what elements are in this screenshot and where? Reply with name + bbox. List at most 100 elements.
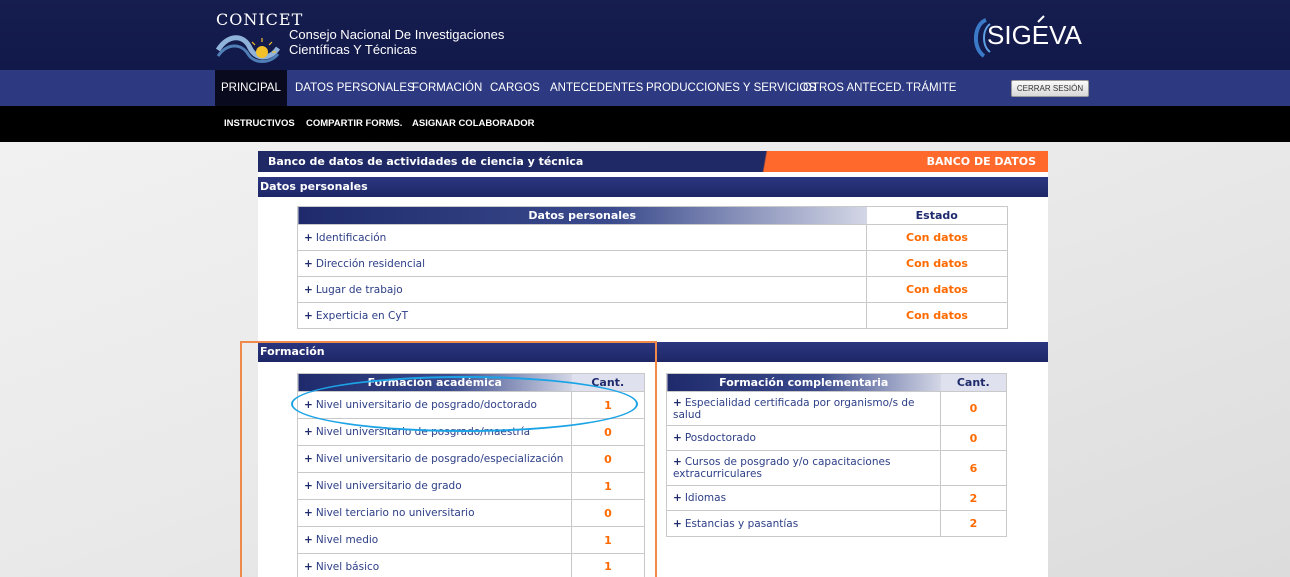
row-label: Estancias y pasantías [684, 517, 799, 530]
datos-personales-table: Datos personales Estado + Identificación … [297, 206, 1008, 329]
row-count: 2 [940, 485, 1007, 511]
table-row: + Identificación Con datos [297, 224, 1008, 251]
row-experticia-cyt[interactable]: + Experticia en CyT [297, 302, 867, 329]
nav-tramite[interactable]: TRÁMITE [906, 70, 956, 106]
org-name: Consejo Nacional De Investigaciones Cien… [289, 27, 504, 57]
table-row: + Nivel terciario no universitario 0 [297, 499, 645, 527]
row-lugar-de-trabajo[interactable]: + Lugar de trabajo [297, 276, 867, 303]
formacion-academica-table: Formación académica Cant. + Nivel univers… [297, 373, 645, 577]
nav-producciones[interactable]: PRODUCCIONES Y SERVICIOS [646, 70, 816, 106]
row-nivel-medio[interactable]: + Nivel medio [297, 526, 572, 554]
row-label: Identificación [315, 231, 387, 244]
table-row: + Estancias y pasantías 2 [666, 510, 1007, 537]
nav-datos-personales[interactable]: DATOS PERSONALES [295, 70, 415, 106]
expand-plus-icon: + [304, 453, 313, 465]
expand-plus-icon: + [304, 560, 313, 573]
row-terciario[interactable]: + Nivel terciario no universitario [297, 499, 572, 527]
cant-header: Cant. [571, 373, 645, 392]
nav-antecedentes[interactable]: ANTECEDENTES [550, 70, 643, 106]
row-label: Nivel universitario de posgrado/maestría [315, 426, 531, 438]
expand-plus-icon: + [673, 492, 682, 504]
table-row: + Nivel universitario de posgrado/doctora… [297, 391, 645, 419]
expand-plus-icon: + [673, 517, 682, 530]
expand-plus-icon: + [304, 283, 313, 296]
row-state: Con datos [866, 250, 1008, 277]
row-count: 1 [571, 553, 645, 577]
nav-cargos[interactable]: CARGOS [490, 70, 540, 106]
row-direccion-residencial[interactable]: + Dirección residencial [297, 250, 867, 277]
row-label: Idiomas [684, 492, 727, 504]
row-label: Nivel universitario de posgrado/doctorad… [315, 399, 537, 411]
logout-button[interactable]: CERRAR SESIÓN [1011, 80, 1089, 97]
row-estancias-pasantias[interactable]: + Estancias y pasantías [666, 510, 941, 537]
expand-plus-icon: + [304, 426, 313, 438]
main-content: Banco de datos de actividades de ciencia… [258, 151, 1048, 577]
org-name-line1: Consejo Nacional De Investigaciones [289, 27, 505, 42]
table-row: + Especialidad certificada por organismo/… [666, 391, 1007, 426]
sigeva-wordmark[interactable]: SIGEVA [987, 20, 1082, 51]
subnav-instructivos[interactable]: INSTRUCTIVOS [224, 106, 295, 142]
nav-principal[interactable]: PRINCIPAL [215, 70, 287, 106]
subnav-asignar-colaborador[interactable]: ASIGNAR COLABORADOR [412, 106, 534, 142]
expand-plus-icon: + [673, 396, 682, 409]
table-row: + Lugar de trabajo Con datos [297, 276, 1008, 303]
row-label: Nivel terciario no universitario [315, 507, 475, 519]
row-nivel-basico[interactable]: + Nivel básico [297, 553, 572, 577]
subnav-compartir-forms[interactable]: COMPARTIR FORMS. [306, 106, 402, 142]
row-posgrado-especializacion[interactable]: + Nivel universitario de posgrado/especia… [297, 445, 572, 473]
row-count: 1 [571, 472, 645, 500]
table-row: + Nivel universitario de grado 1 [297, 472, 645, 500]
row-count: 1 [571, 391, 645, 419]
conicet-brand[interactable]: CONICET Consejo Nacional De Investigacio… [216, 10, 536, 66]
section-datos-personales: Datos personales [258, 177, 1048, 197]
table-row: + Experticia en CyT Con datos [297, 302, 1008, 329]
table-row: + Idiomas 2 [666, 485, 1007, 511]
table-row: + Nivel básico 1 [297, 553, 645, 577]
expand-plus-icon: + [304, 231, 313, 244]
row-cursos-posgrado[interactable]: + Cursos de posgrado y/o capacitaciones e… [666, 450, 941, 486]
row-count: 1 [571, 526, 645, 554]
row-count: 0 [940, 391, 1007, 426]
cant-header: Cant. [940, 373, 1007, 392]
main-nav: PRINCIPAL DATOS PERSONALES FORMACIÓN CAR… [0, 70, 1290, 106]
formacion-complementaria-header: Formación complementaria [666, 373, 941, 392]
row-identificacion[interactable]: + Identificación [297, 224, 867, 251]
table-row: + Dirección residencial Con datos [297, 250, 1008, 277]
row-count: 6 [940, 450, 1007, 486]
row-label: Lugar de trabajo [315, 283, 403, 296]
bank-badge: BANCO DE DATOS [926, 155, 1036, 168]
row-count: 0 [571, 499, 645, 527]
row-count: 0 [571, 418, 645, 446]
row-count: 2 [940, 510, 1007, 537]
row-idiomas[interactable]: + Idiomas [666, 485, 941, 511]
table-header-row: Formación académica Cant. [297, 373, 645, 392]
row-state: Con datos [866, 276, 1008, 303]
sub-nav: INSTRUCTIVOS COMPARTIR FORMS. ASIGNAR CO… [0, 106, 1290, 142]
row-label: Cursos de posgrado y/o capacitaciones ex… [673, 456, 891, 480]
nav-formacion[interactable]: FORMACIÓN [412, 70, 482, 106]
table-row: + Posdoctorado 0 [666, 425, 1007, 451]
bank-bar: Banco de datos de actividades de ciencia… [258, 151, 1048, 172]
row-posgrado-doctorado[interactable]: + Nivel universitario de posgrado/doctora… [297, 391, 572, 419]
expand-plus-icon: + [304, 480, 313, 492]
row-count: 0 [940, 425, 1007, 451]
bank-title: Banco de datos de actividades de ciencia… [268, 155, 584, 168]
row-especialidad-salud[interactable]: + Especialidad certificada por organismo/… [666, 391, 941, 426]
expand-plus-icon: + [673, 456, 682, 468]
conicet-logo-icon [216, 35, 280, 63]
table-header-row: Datos personales Estado [297, 206, 1008, 225]
expand-plus-icon: + [304, 399, 313, 411]
row-label: Nivel básico [315, 560, 380, 573]
nav-otros-antecedentes[interactable]: OTROS ANTECED. [803, 70, 905, 106]
row-posgrado-maestria[interactable]: + Nivel universitario de posgrado/maestrí… [297, 418, 572, 446]
row-label: Especialidad certificada por organismo/s… [673, 396, 915, 421]
row-count: 0 [571, 445, 645, 473]
expand-plus-icon: + [304, 257, 313, 270]
row-posdoctorado[interactable]: + Posdoctorado [666, 425, 941, 451]
header-bar: CONICET Consejo Nacional De Investigacio… [0, 0, 1290, 70]
table-row: + Nivel medio 1 [297, 526, 645, 554]
row-state: Con datos [866, 224, 1008, 251]
row-universitario-grado[interactable]: + Nivel universitario de grado [297, 472, 572, 500]
expand-plus-icon: + [304, 534, 313, 546]
row-label: Experticia en CyT [315, 309, 409, 322]
